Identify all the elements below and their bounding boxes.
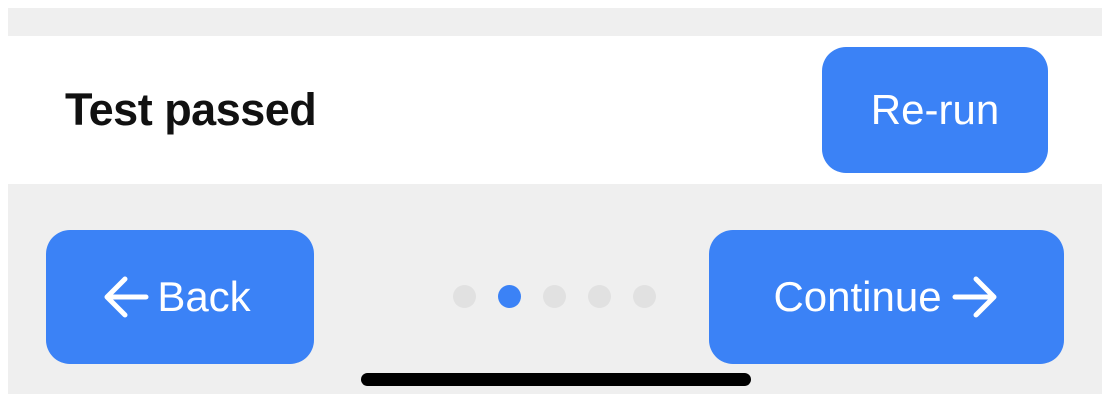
rerun-button-label: Re-run — [870, 86, 1000, 133]
arrow-left-icon — [104, 276, 149, 318]
arrow-right-icon — [952, 276, 997, 318]
page-dot-3 — [543, 285, 566, 308]
continue-button-label: Continue — [773, 273, 942, 320]
page-dot-5 — [633, 285, 656, 308]
page-dot-1 — [453, 285, 476, 308]
home-indicator[interactable] — [361, 373, 751, 386]
navigation-bar: Back Continue — [8, 184, 1102, 394]
continue-button[interactable]: Continue — [709, 230, 1064, 364]
page-dot-4 — [588, 285, 611, 308]
test-status-row: Test passed Re-run — [8, 36, 1102, 184]
back-button[interactable]: Back — [46, 230, 314, 364]
rerun-button[interactable]: Re-run — [822, 47, 1048, 173]
test-status-text: Test passed — [65, 84, 317, 135]
page-dot-2-active — [498, 285, 521, 308]
back-button-label: Back — [157, 273, 251, 320]
page-indicator — [453, 285, 656, 309]
top-strip — [8, 8, 1102, 36]
